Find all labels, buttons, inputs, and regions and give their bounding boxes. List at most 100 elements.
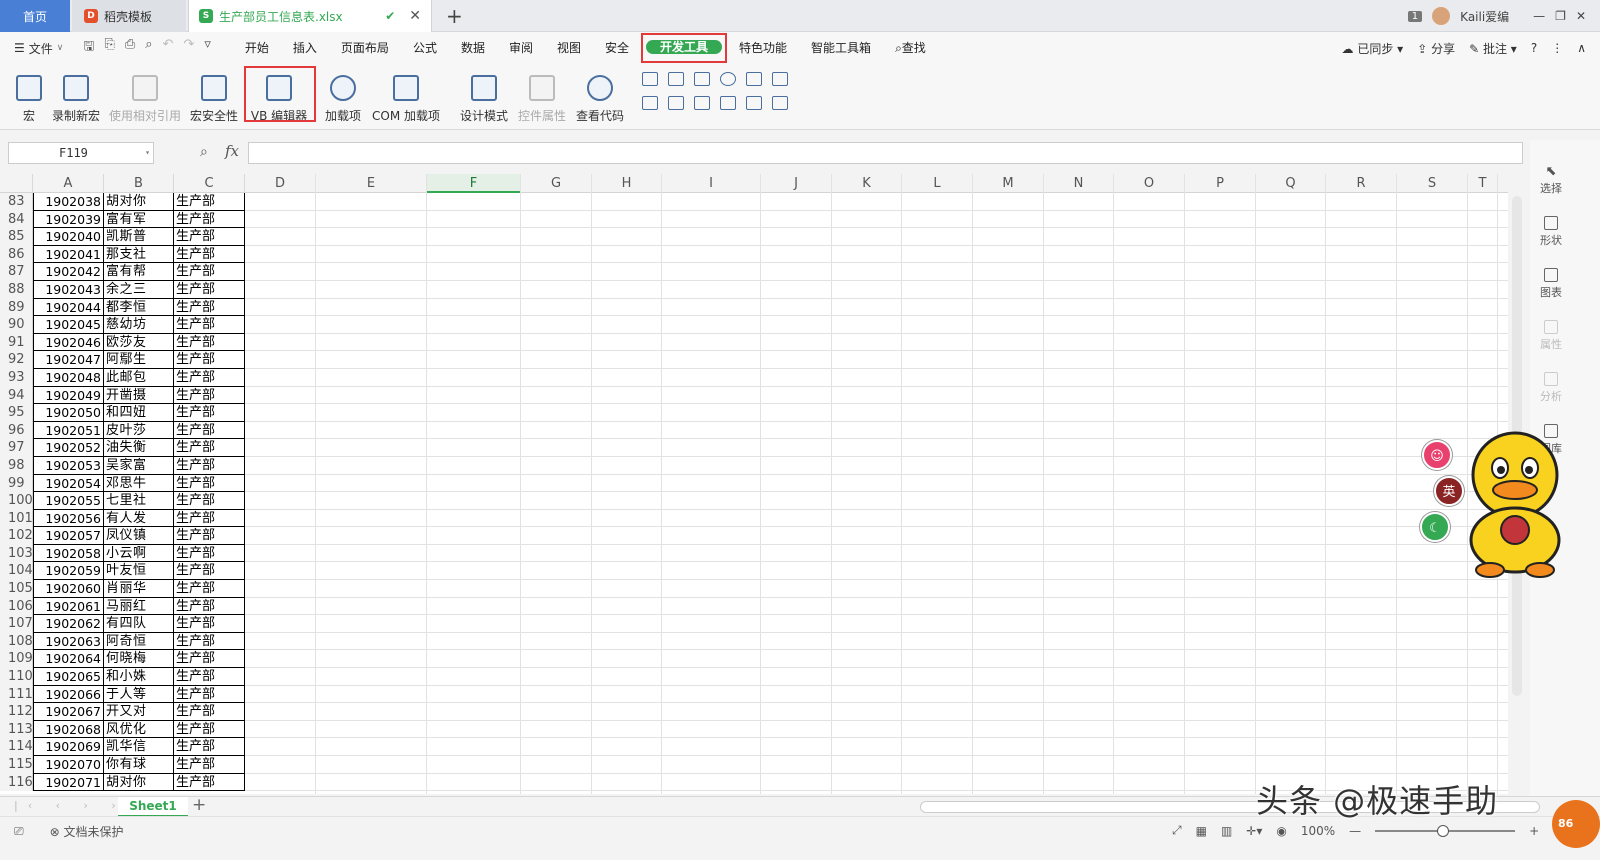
cell-employee-id[interactable]: 1902054 xyxy=(33,474,104,493)
row-header[interactable]: 85 xyxy=(0,228,33,246)
cell-employee-id[interactable]: 1902068 xyxy=(33,720,104,739)
cell-department[interactable]: 生产部 xyxy=(174,580,245,598)
row-header[interactable]: 84 xyxy=(0,210,33,229)
cell-department[interactable]: 生产部 xyxy=(174,509,245,528)
collapse-ribbon-icon[interactable]: ∧ xyxy=(1577,41,1586,55)
cell-employee-name[interactable]: 吴家富 xyxy=(104,456,174,475)
select-all-corner[interactable] xyxy=(0,174,33,193)
cell-employee-name[interactable]: 胡对你 xyxy=(104,773,174,792)
cell-department[interactable]: 生产部 xyxy=(174,527,245,545)
undo-icon[interactable]: ↶ xyxy=(163,37,174,59)
addins-button[interactable]: 加载项 xyxy=(322,68,364,124)
relative-ref-button[interactable]: 使用相对引用 xyxy=(106,68,184,124)
column-header-p[interactable]: P xyxy=(1185,174,1256,193)
side-analysis[interactable]: 分析 xyxy=(1534,372,1568,404)
moon-bubble-icon[interactable]: ☾ xyxy=(1420,512,1450,542)
protect-status[interactable]: ⊗ 文档未保护 xyxy=(50,823,124,840)
row-header[interactable]: 116 xyxy=(0,773,33,792)
row-header[interactable]: 100 xyxy=(0,492,33,510)
cell-employee-name[interactable]: 此邮包 xyxy=(104,368,174,387)
eye-protect-icon[interactable]: ◉ xyxy=(1276,824,1286,838)
side-select[interactable]: ⬉ 选择 xyxy=(1534,164,1568,196)
tab-data[interactable]: 数据 xyxy=(449,32,497,64)
column-header-o[interactable]: O xyxy=(1114,174,1185,193)
file-menu[interactable]: ☰ 文件 ∨ xyxy=(14,40,63,57)
row-header[interactable]: 105 xyxy=(0,580,33,598)
column-header-c[interactable]: C xyxy=(174,174,245,193)
cell-department[interactable]: 生产部 xyxy=(174,562,245,581)
cell-department[interactable]: 生产部 xyxy=(174,333,245,352)
column-header-b[interactable]: B xyxy=(104,174,174,193)
tab-start[interactable]: 开始 xyxy=(233,32,281,64)
cell-employee-id[interactable]: 1902047 xyxy=(33,351,104,369)
cell-employee-id[interactable]: 1902065 xyxy=(33,668,104,686)
row-header[interactable]: 96 xyxy=(0,421,33,440)
row-header[interactable]: 102 xyxy=(0,527,33,545)
row-header[interactable]: 101 xyxy=(0,509,33,528)
macro-button[interactable]: 宏 xyxy=(14,68,44,124)
row-header[interactable]: 91 xyxy=(0,333,33,352)
zoom-formula-icon[interactable]: ⌕ xyxy=(200,144,208,160)
formula-input[interactable] xyxy=(248,142,1523,164)
zoom-level[interactable]: 100% xyxy=(1301,824,1335,838)
cell-department[interactable]: 生产部 xyxy=(174,316,245,334)
side-property[interactable]: 属性 xyxy=(1534,320,1568,352)
cell-department[interactable]: 生产部 xyxy=(174,368,245,387)
tab-docer[interactable]: D 稻壳模板 xyxy=(72,0,186,32)
cell-employee-id[interactable]: 1902056 xyxy=(33,509,104,528)
reading-mode-icon[interactable]: ✛▾ xyxy=(1246,824,1262,838)
row-header[interactable]: 88 xyxy=(0,280,33,299)
cell-employee-name[interactable]: 欧莎友 xyxy=(104,333,174,352)
window-count-badge[interactable]: 1 xyxy=(1407,10,1423,22)
column-header-s[interactable]: S xyxy=(1397,174,1468,193)
cell-employee-id[interactable]: 1902044 xyxy=(33,298,104,317)
cell-employee-name[interactable]: 何晓梅 xyxy=(104,650,174,669)
command-button-control-icon[interactable] xyxy=(694,72,710,86)
fx-icon[interactable]: fx xyxy=(225,142,239,160)
cell-department[interactable]: 生产部 xyxy=(174,474,245,493)
cell-employee-name[interactable]: 邓思牛 xyxy=(104,474,174,493)
row-header[interactable]: 97 xyxy=(0,439,33,457)
zoom-out-icon[interactable]: — xyxy=(1349,824,1361,838)
cell-department[interactable]: 生产部 xyxy=(174,386,245,405)
tab-file[interactable]: S 生产部员工信息表.xlsx ✔ ✕ xyxy=(188,0,432,32)
cell-employee-name[interactable]: 凤仪镇 xyxy=(104,527,174,545)
close-tab-icon[interactable]: ✕ xyxy=(409,8,421,24)
cell-department[interactable]: 生产部 xyxy=(174,685,245,704)
normal-view-icon[interactable]: ▦ xyxy=(1196,824,1207,838)
row-header[interactable]: 109 xyxy=(0,650,33,669)
row-header[interactable]: 83 xyxy=(0,193,33,211)
spin-control-icon[interactable] xyxy=(668,96,684,110)
print-icon[interactable]: ⎙ xyxy=(125,37,135,59)
column-header-a[interactable]: A xyxy=(33,174,104,193)
row-header[interactable]: 103 xyxy=(0,544,33,563)
cell-employee-name[interactable]: 余之三 xyxy=(104,280,174,299)
cell-department[interactable]: 生产部 xyxy=(174,544,245,563)
cell-department[interactable]: 生产部 xyxy=(174,773,245,792)
cell-employee-id[interactable]: 1902066 xyxy=(33,685,104,704)
cell-employee-id[interactable]: 1902045 xyxy=(33,316,104,334)
help-icon[interactable]: ? xyxy=(1531,41,1537,55)
preview-icon[interactable]: ⌕ xyxy=(145,37,152,59)
cell-employee-id[interactable]: 1902064 xyxy=(33,650,104,669)
comment-button[interactable]: ✎ 批注 ▾ xyxy=(1469,40,1517,57)
toggle-control-icon[interactable] xyxy=(642,96,658,110)
cell-employee-name[interactable]: 你有球 xyxy=(104,756,174,774)
cell-department[interactable]: 生产部 xyxy=(174,298,245,317)
restore-icon[interactable]: ❐ xyxy=(1555,9,1566,23)
sync-button[interactable]: ☁ 已同步 ▾ xyxy=(1342,40,1404,57)
cell-employee-name[interactable]: 凯斯普 xyxy=(104,228,174,246)
search-tab[interactable]: ⌕查找 xyxy=(883,32,938,64)
cell-employee-id[interactable]: 1902053 xyxy=(33,456,104,475)
page-break-view-icon[interactable]: ▥ xyxy=(1221,824,1232,838)
redo-icon[interactable]: ↷ xyxy=(183,37,194,59)
cell-employee-id[interactable]: 1902038 xyxy=(33,193,104,211)
cell-department[interactable]: 生产部 xyxy=(174,193,245,211)
save-icon[interactable]: 🖫 xyxy=(83,37,94,59)
cell-employee-name[interactable]: 那支社 xyxy=(104,245,174,264)
cell-department[interactable]: 生产部 xyxy=(174,492,245,510)
cell-department[interactable]: 生产部 xyxy=(174,456,245,475)
zoom-thumb[interactable] xyxy=(1437,824,1450,837)
cell-department[interactable]: 生产部 xyxy=(174,703,245,721)
textbox-control-icon[interactable] xyxy=(668,72,684,86)
